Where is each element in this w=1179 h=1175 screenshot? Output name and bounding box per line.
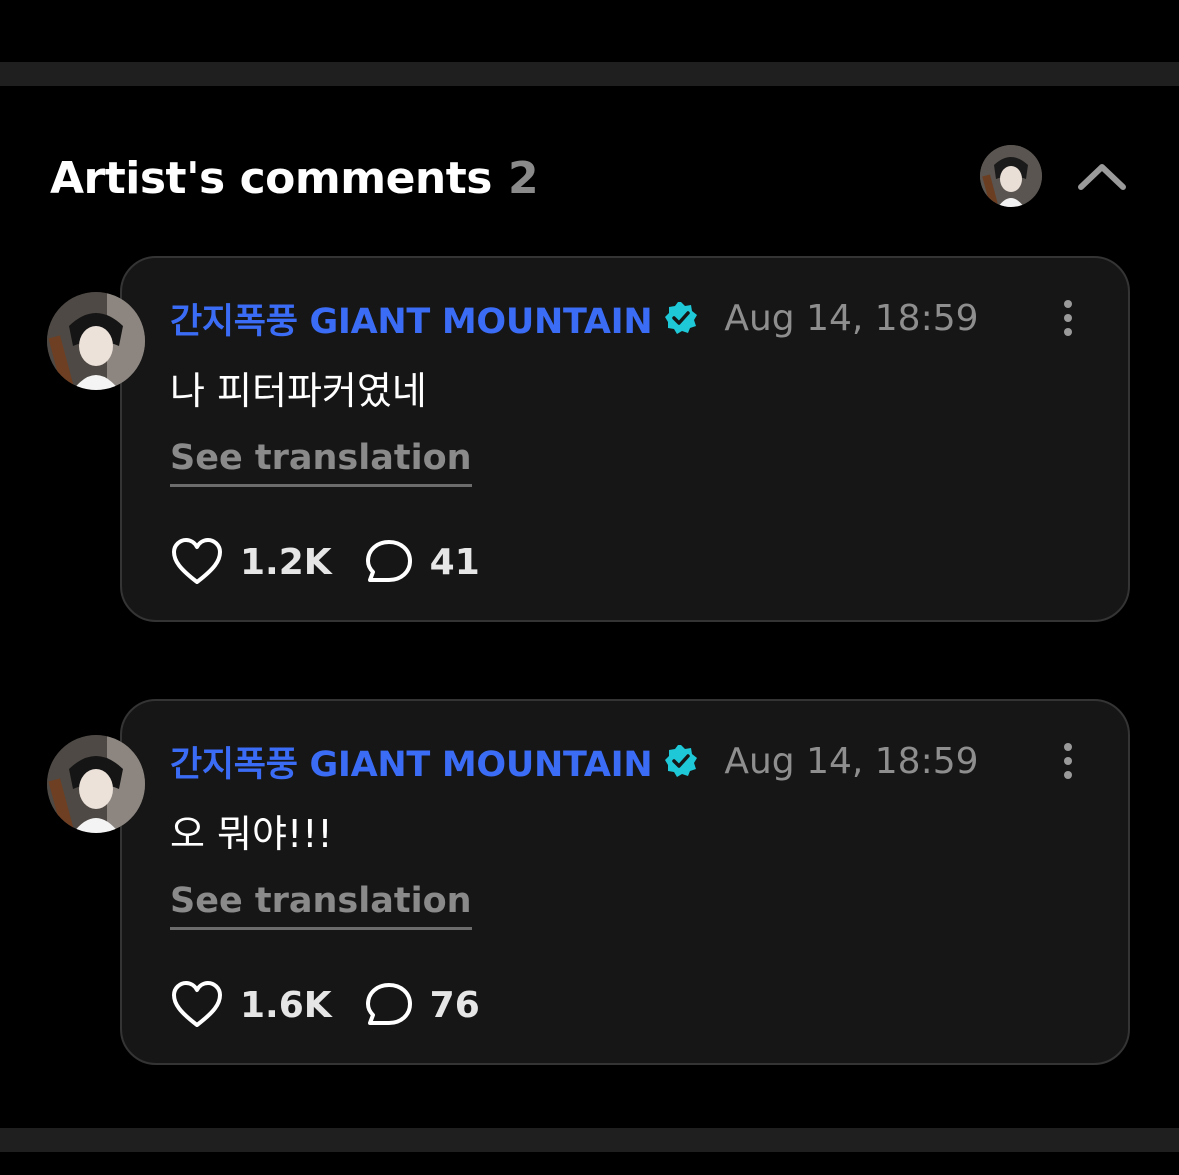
comment-author-name[interactable]: 간지폭풍 GIANT MOUNTAIN — [170, 293, 653, 344]
chevron-up-icon — [1078, 164, 1126, 190]
comment-text: 오 뭐야!!! — [170, 812, 333, 856]
comment-author-avatar[interactable] — [47, 735, 145, 833]
reply-count: 41 — [429, 541, 480, 583]
artist-avatar[interactable] — [980, 145, 1042, 207]
section-divider-top — [0, 62, 1179, 86]
section-title: Artist's comments 2 — [50, 150, 539, 206]
more-vertical-icon[interactable] — [1056, 739, 1080, 783]
see-translation-link[interactable]: See translation — [170, 438, 472, 487]
comment-date: Aug 14, 18:59 — [724, 740, 979, 782]
verified-badge-icon — [665, 745, 698, 777]
comment-count: 2 — [507, 152, 539, 204]
section-title-text: Artist's comments — [50, 152, 492, 204]
heart-icon — [172, 538, 222, 584]
comment-text: 나 피터파커였네 — [170, 369, 427, 413]
comment-author-name[interactable]: 간지폭풍 GIANT MOUNTAIN — [170, 736, 653, 787]
comment-actions: 1.2K 41 — [170, 536, 480, 588]
speech-bubble-icon — [365, 983, 412, 1025]
more-vertical-icon[interactable] — [1056, 296, 1080, 340]
like-button[interactable]: 1.6K — [170, 980, 332, 1030]
heart-icon — [172, 981, 222, 1027]
comment-card: 간지폭풍 GIANT MOUNTAIN Aug 14, 18:59 나 피터파커… — [47, 256, 1130, 622]
section-divider-bottom — [0, 1128, 1179, 1152]
see-translation-link[interactable]: See translation — [170, 881, 472, 930]
comment-author-avatar[interactable] — [47, 292, 145, 390]
collapse-button[interactable] — [1072, 150, 1132, 202]
like-button[interactable]: 1.2K — [170, 537, 332, 587]
comment-header: 간지폭풍 GIANT MOUNTAIN Aug 14, 18:59 — [170, 296, 1068, 342]
comment-date: Aug 14, 18:59 — [724, 297, 979, 339]
comment-actions: 1.6K 76 — [170, 979, 480, 1031]
reply-count: 76 — [429, 984, 480, 1026]
verified-badge-icon — [665, 302, 698, 334]
reply-button[interactable]: 76 — [364, 981, 480, 1029]
like-count: 1.2K — [240, 541, 332, 583]
comment-header: 간지폭풍 GIANT MOUNTAIN Aug 14, 18:59 — [170, 739, 1068, 785]
speech-bubble-icon — [365, 540, 412, 582]
reply-button[interactable]: 41 — [364, 538, 480, 586]
like-count: 1.6K — [240, 984, 332, 1026]
comment-card: 간지폭풍 GIANT MOUNTAIN Aug 14, 18:59 오 뭐야!!… — [47, 699, 1130, 1065]
